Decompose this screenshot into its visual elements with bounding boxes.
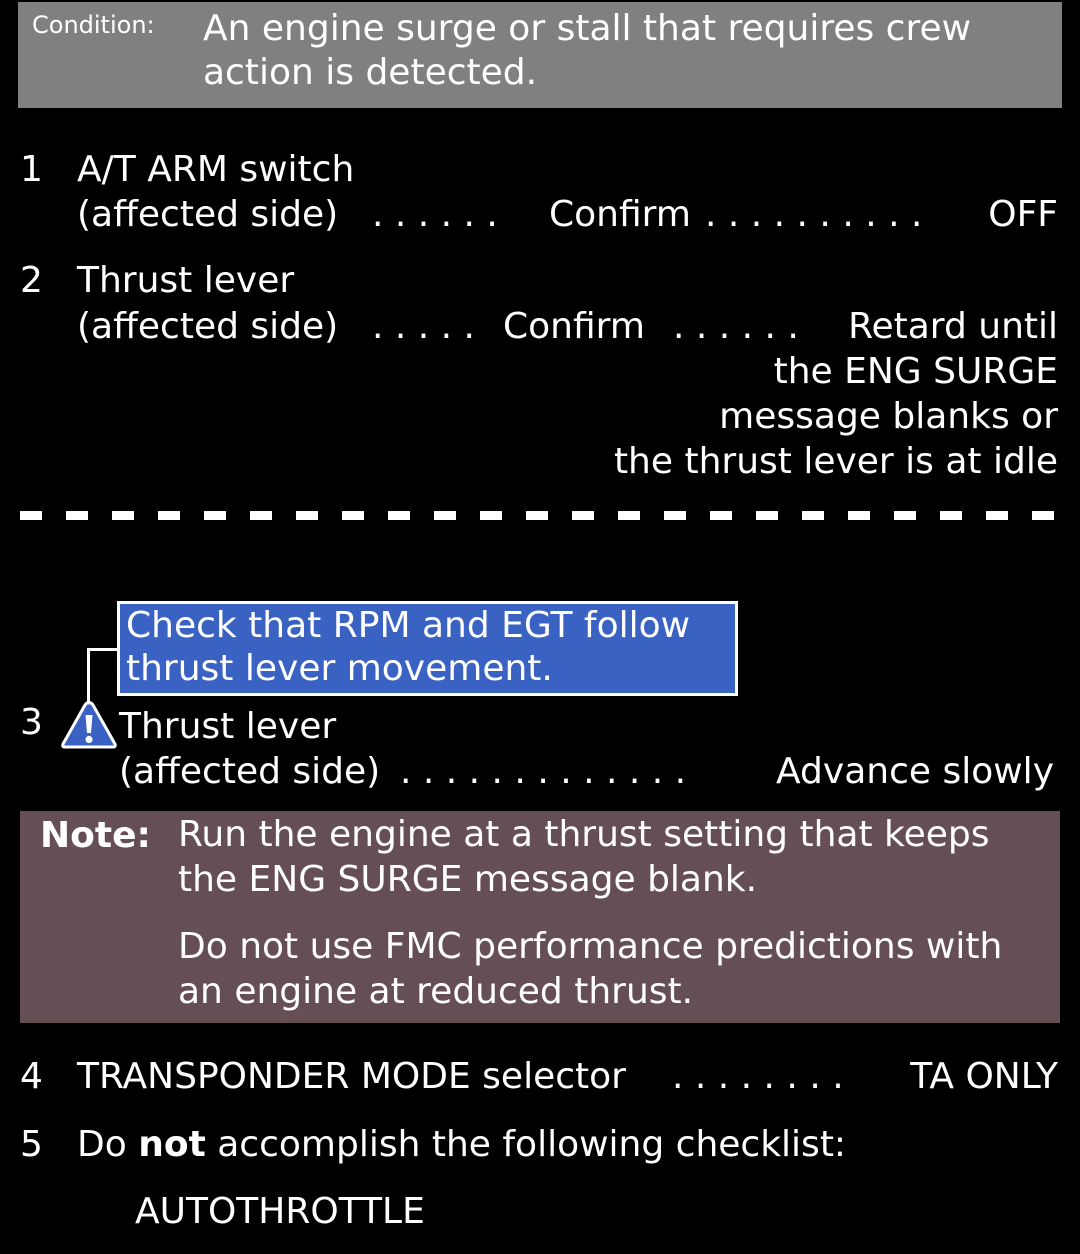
step-1-qualifier: (affected side) [77,194,339,235]
step-2-value-dots: . . . . . . [673,306,799,347]
step-2-value-line: the ENG SURGE [773,351,1058,392]
condition-label: Condition: [32,11,155,39]
condition-text: An engine surge or stall that requires c… [203,8,972,93]
referenced-checklist-link[interactable]: AUTOTHROTTLE [135,1189,425,1235]
step-5-pre: Do [77,1124,127,1165]
step-4-value: TA ONLY [910,1056,1058,1097]
step-3-number: 3 [20,702,43,743]
step-4-leader-dots: . . . . . . . . [672,1056,844,1097]
step-4-item: TRANSPONDER MODE selector [77,1056,626,1097]
step-5-post: accomplish the following checklist: [217,1124,847,1165]
step-3-qualifier: (affected side) [119,751,381,792]
step-2-qualifier: (affected side) [77,306,339,347]
step-2-value-line: message blanks or [719,396,1058,437]
step-1-value-dots: . . . . . . . . . . [705,194,923,235]
step-2-value-line: the thrust lever is at idle [613,441,1058,482]
caution-text: Check that RPM and EGT follow thrust lev… [126,605,691,689]
step-2-action: Confirm [503,306,645,347]
condition-box: Condition: An engine surge or stall that… [18,2,1062,108]
callout-leader-horizontal [87,648,119,651]
callout-leader-vertical [87,648,90,706]
step-1-item: A/T ARM switch [77,149,355,190]
note-paragraph: Run the engine at a thrust setting that … [178,814,990,900]
caution-triangle-icon [61,701,117,749]
note-paragraph: Do not use FMC performance predictions w… [178,926,1003,1012]
caution-callout: Check that RPM and EGT follow thrust lev… [117,601,738,696]
step-5-instruction: Do not accomplish the following checklis… [77,1122,846,1168]
step-2-leader-dots: . . . . . [372,306,475,347]
step-3-value: Advance slowly [776,751,1054,792]
step-1-value: OFF [988,194,1058,235]
step-1-action: Confirm [549,194,691,235]
step-2-value-line: Retard until [848,306,1058,347]
step-2-number: 2 [20,260,43,301]
step-2-item: Thrust lever [77,260,295,301]
step-1-leader-dots: . . . . . . [372,194,498,235]
step-5-emphasis: not [138,1124,206,1165]
step-5-number: 5 [20,1124,43,1165]
note-label: Note: [40,815,151,856]
step-1-number: 1 [20,149,43,190]
step-3-leader-dots: . . . . . . . . . . . . . [400,751,687,792]
dashed-separator [20,511,1060,520]
step-3-item: Thrust lever [119,706,337,747]
note-box: Note: Run the engine at a thrust setting… [20,811,1060,1023]
step-4-number: 4 [20,1056,43,1097]
